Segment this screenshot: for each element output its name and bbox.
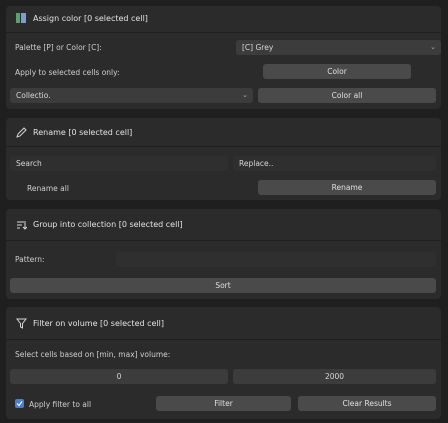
- apply-selected-label: Apply to selected cells only:: [15, 68, 120, 77]
- collection-value: Collectio.: [16, 91, 51, 100]
- group-panel: Group into collection [0 selected cell] …: [6, 209, 441, 299]
- color-button[interactable]: Color: [263, 64, 411, 79]
- search-input[interactable]: Search: [10, 156, 228, 171]
- assign-color-header[interactable]: Assign color [0 selected cell]: [15, 8, 148, 28]
- max-volume-value: 2000: [324, 372, 345, 381]
- chevron-down-icon: ⌄: [430, 43, 436, 51]
- max-volume-field[interactable]: 2000: [233, 369, 436, 384]
- rename-all-label[interactable]: Rename all: [27, 184, 69, 193]
- group-header[interactable]: Group into collection [0 selected cell]: [15, 214, 183, 234]
- palette-select[interactable]: [C] Grey ⌄: [236, 40, 441, 55]
- palette-value: [C] Grey: [242, 43, 274, 52]
- color-all-button[interactable]: Color all: [258, 88, 436, 103]
- rename-title: Rename [0 selected cell]: [33, 127, 133, 137]
- color-swatch-icon: [15, 12, 27, 24]
- collection-select[interactable]: Collectio. ⌄: [10, 88, 253, 103]
- divider: [6, 339, 441, 340]
- pattern-input[interactable]: [116, 252, 436, 267]
- search-placeholder: Search: [16, 159, 42, 168]
- divider: [6, 32, 441, 33]
- palette-label: Palette [P] or Color [C]:: [15, 43, 102, 52]
- divider: [6, 240, 441, 241]
- rename-header[interactable]: Rename [0 selected cell]: [15, 122, 132, 142]
- pencil-icon: [15, 126, 27, 138]
- sort-button[interactable]: Sort: [10, 278, 436, 293]
- min-volume-field[interactable]: 0: [10, 369, 228, 384]
- assign-color-panel: Assign color [0 selected cell] Palette […: [6, 6, 441, 109]
- rename-panel: Rename [0 selected cell] Search Replace.…: [6, 118, 441, 200]
- rename-button[interactable]: Rename: [258, 180, 436, 195]
- sort-icon: [15, 218, 27, 230]
- filter-header[interactable]: Filter on volume [0 selected cell]: [15, 313, 164, 333]
- clear-results-button[interactable]: Clear Results: [298, 396, 436, 411]
- apply-filter-checkbox[interactable]: [15, 399, 24, 408]
- filter-button[interactable]: Filter: [156, 396, 291, 411]
- volume-description: Select cells based on [min, max] volume:: [15, 350, 171, 359]
- chevron-down-icon: ⌄: [242, 91, 248, 99]
- filter-icon: [15, 317, 27, 329]
- min-volume-value: 0: [116, 372, 122, 381]
- apply-filter-label[interactable]: Apply filter to all: [29, 400, 91, 409]
- assign-color-title: Assign color [0 selected cell]: [33, 13, 148, 23]
- filter-title: Filter on volume [0 selected cell]: [33, 318, 164, 328]
- replace-input[interactable]: Replace..: [233, 156, 436, 171]
- group-title: Group into collection [0 selected cell]: [33, 219, 183, 229]
- divider: [6, 146, 441, 147]
- replace-placeholder: Replace..: [239, 159, 274, 168]
- filter-panel: Filter on volume [0 selected cell] Selec…: [6, 307, 441, 419]
- pattern-label: Pattern:: [15, 255, 45, 264]
- checkmark-icon: [16, 401, 23, 407]
